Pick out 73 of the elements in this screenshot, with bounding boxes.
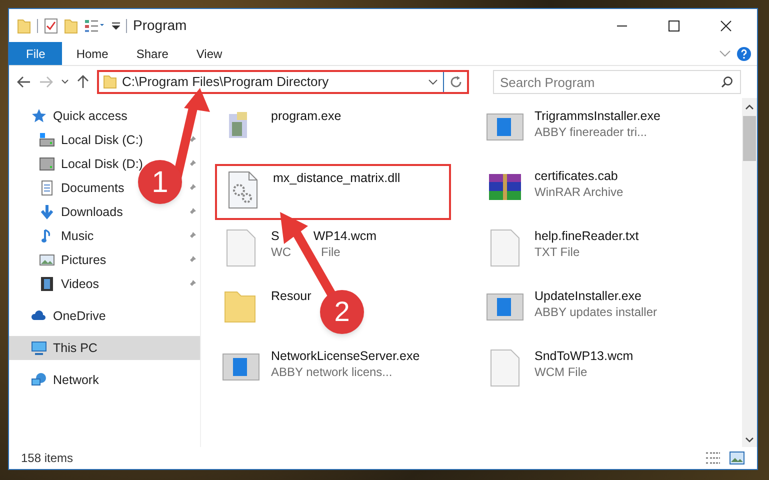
file-item[interactable]: S WP14.wcm WC File [215,224,377,280]
ribbon-tab[interactable]: View [182,42,236,65]
file-name: certificates.cab [534,168,618,184]
folder-icon [103,75,117,89]
search-field[interactable]: Search Program [493,70,741,94]
network-icon [31,372,47,388]
quick-access-icon [31,108,47,124]
sidebar-item[interactable]: Local Disk (C:) [39,130,143,150]
document-icon [39,180,55,196]
file-name: WP14.wcm [313,228,377,244]
file-type: WCM File [534,364,588,380]
help-icon[interactable] [737,46,751,60]
file-item[interactable]: help.fineReader.txt TXT File [478,224,639,280]
scrollbar[interactable] [742,98,757,447]
expand-ribbon-icon[interactable] [719,50,731,58]
file-item[interactable]: Resour [215,284,312,340]
file-type: ABBY network licens... [271,364,392,380]
file-name: UpdateInstaller.exe [534,288,642,304]
item-count: 158 items [21,450,74,467]
file-type: ABBY finereader tri... [534,124,647,140]
file-item[interactable]: NetworkLicenseServer.exe ABBY network licens... [215,344,420,400]
up-arrow-icon[interactable] [77,75,89,89]
search-icon[interactable] [721,76,733,88]
sidebar-item[interactable]: Quick access [31,106,128,126]
file-item[interactable]: certificates.cab WinRAR Archive [478,164,624,220]
file-type: ABBY updates installer [534,304,658,320]
file-name: S [271,228,280,244]
window-title: Program [133,16,187,35]
sidebar-item[interactable]: Music [39,226,113,246]
scroll-down-icon[interactable] [745,437,754,443]
drive-icon [39,156,55,172]
file-item[interactable]: mx_distance_matrix.dll [215,164,451,220]
sidebar-item[interactable]: Pictures [39,250,113,270]
sidebar-item[interactable]: Network [31,370,114,390]
address-bar[interactable]: C:\Program Files\Program Directory [97,70,469,94]
details-view-icon[interactable] [705,451,721,465]
recent-locations-icon[interactable] [61,79,69,85]
properties-icon[interactable] [44,18,58,34]
file-name: NetworkLicenseServer.exe [271,348,420,364]
file-item[interactable]: TrigrammsInstaller.exe ABBY finereader tri... [478,104,660,160]
file-name: TrigrammsInstaller.exe [534,108,660,124]
file-name: help.fineReader.txt [534,228,639,244]
sidebar-item[interactable]: Downloads [39,202,123,222]
file-type: File [321,244,340,260]
file-type: WinRAR Archive [534,184,624,200]
ribbon-tab[interactable]: Home [62,42,122,65]
sidebar-item[interactable]: Documents [39,178,124,198]
drive-icon [39,132,55,148]
large-icons-view-icon[interactable] [729,451,745,465]
customize-toolbar-icon[interactable] [112,22,120,30]
back-arrow-icon[interactable] [17,76,31,88]
scroll-up-icon[interactable] [745,104,754,110]
monitor-icon [31,340,47,356]
file-name: mx_distance_matrix.dll [273,170,400,186]
file-item[interactable]: SndToWP13.wcm WCM File [478,344,634,400]
file-name: SndToWP13.wcm [534,348,634,364]
file-type: WC [271,244,291,260]
ribbon-tab[interactable]: Share [122,42,182,65]
sidebar-item[interactable]: This PC [9,336,200,360]
file-name: program.exe [271,108,342,124]
dropdown-caret-icon[interactable] [428,78,438,86]
download-arrow-icon [39,204,55,220]
picture-icon [39,252,55,268]
refresh-icon[interactable] [449,75,463,89]
sidebar-item[interactable]: OneDrive [31,306,114,326]
file-item[interactable]: UpdateInstaller.exe ABBY updates installer [478,284,658,340]
scroll-thumb[interactable] [743,116,756,161]
sidebar-item[interactable]: Videos [39,274,113,294]
view-options-icon[interactable] [84,18,106,32]
file-item[interactable]: program.exe [215,104,342,160]
file-type: TXT File [534,244,580,260]
film-icon [39,276,55,292]
file-name: Resour [271,288,312,304]
